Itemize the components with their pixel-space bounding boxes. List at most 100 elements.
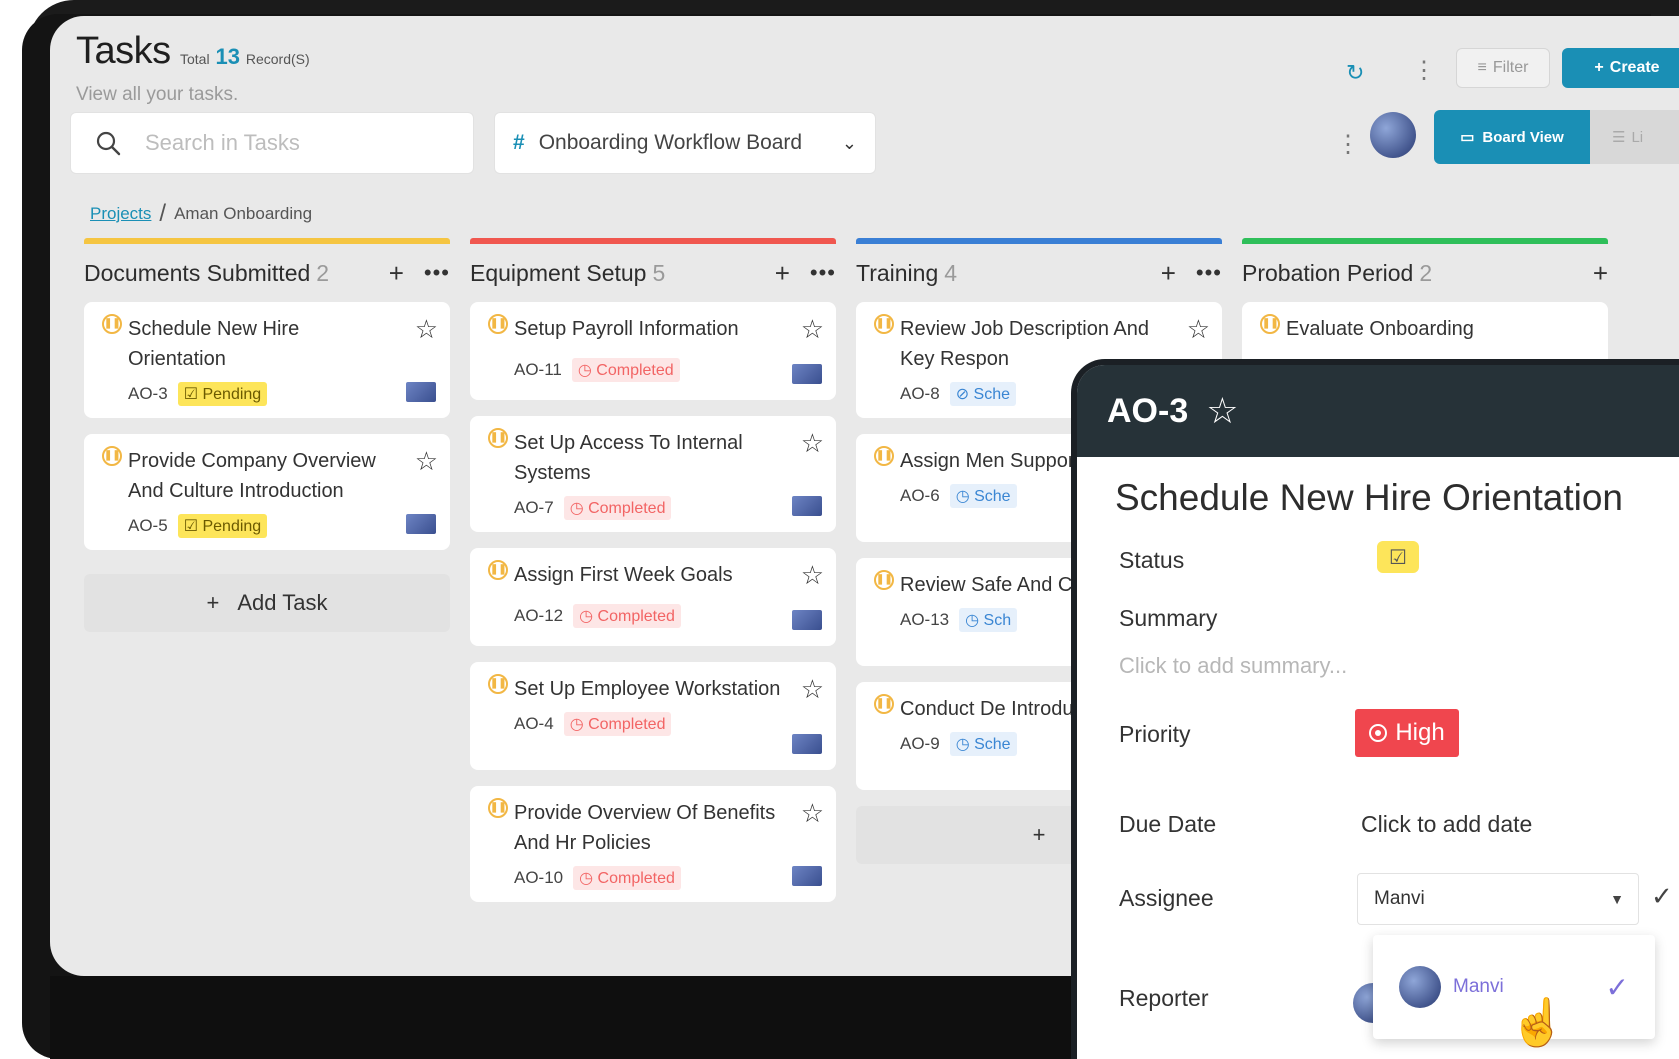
column-header: Documents Submitted 2 + ••• [84,244,450,302]
confirm-check-icon[interactable]: ✓ [1651,881,1673,912]
column-title: Training [856,259,939,286]
list-view-button[interactable]: ☰ Li [1590,110,1679,164]
hand-cursor-icon: ☝ [1509,996,1567,1048]
task-title: Provide Overview Of Benefits And Hr Poli… [514,802,776,854]
task-card[interactable]: ❚❚ Setup Payroll Information ☆ AO-11 ◷ Co… [470,302,836,400]
create-button[interactable]: + Create [1562,48,1679,88]
pause-icon: ❚❚ [102,446,122,466]
task-card[interactable]: ❚❚ Provide Company Overview And Culture … [84,434,450,550]
task-title: Set Up Employee Workstation [514,678,781,700]
task-id: AO-12 [514,606,564,625]
status-label: Status [1119,547,1185,573]
priority-value: High [1395,719,1445,746]
priority-label: Priority [1119,721,1191,747]
pause-icon: ❚❚ [874,570,894,590]
status-badge: ◷ Sch [959,608,1018,632]
pause-icon: ❚❚ [102,314,122,334]
board-selector[interactable]: # Onboarding Workflow Board ⌄ [494,112,876,174]
total-count: 13 [215,44,240,69]
chevron-down-icon: ⌄ [841,132,857,153]
star-icon[interactable]: ☆ [801,674,824,705]
pause-icon: ❚❚ [1260,314,1280,334]
more-options-icon[interactable]: ⋮ [1412,56,1436,85]
breadcrumb-current: Aman Onboarding [174,204,313,223]
more-options-icon[interactable]: ••• [1196,260,1222,286]
refresh-icon[interactable]: ↻ [1346,60,1364,86]
summary-field[interactable]: Click to add summary... [1119,653,1347,679]
status-badge: ☑ Pending [177,514,268,538]
detail-header: AO-3 ☆ [1077,365,1679,457]
column-count: 5 [652,259,666,286]
column-count: 4 [944,259,958,286]
star-icon[interactable]: ☆ [1206,390,1238,432]
list-view-label: Li [1631,128,1644,146]
column-header: Equipment Setup 5 + ••• [470,244,836,302]
status-checkbox-icon[interactable]: ☑ [1377,541,1419,573]
pause-icon: ❚❚ [874,446,894,466]
more-options-icon[interactable]: ••• [424,260,450,286]
more-options-icon[interactable]: ••• [810,260,836,286]
priority-badge[interactable]: High [1355,709,1459,757]
star-icon[interactable]: ☆ [801,314,824,345]
board-view-button[interactable]: ▭ Board View [1434,110,1590,164]
page-subtitle: View all your tasks. [76,84,239,105]
filter-button[interactable]: ≡ Filter [1456,48,1550,88]
add-icon[interactable]: + [1161,258,1176,289]
column-title: Equipment Setup [470,259,647,286]
task-id: AO-5 [128,516,168,535]
task-title: Provide Company Overview And Culture Int… [128,450,376,502]
breadcrumb-projects-link[interactable]: Projects [90,204,151,224]
pause-icon: ❚❚ [488,314,508,334]
star-icon[interactable]: ☆ [1187,314,1210,345]
detail-title[interactable]: Schedule New Hire Orientation [1115,477,1623,519]
assignee-option[interactable]: Manvi [1453,976,1504,998]
task-card[interactable]: ❚❚ Provide Overview Of Benefits And Hr P… [470,786,836,902]
due-date-field[interactable]: Click to add date [1361,811,1532,838]
add-icon[interactable]: + [389,258,404,289]
status-badge: ☑ Pending [177,382,268,406]
status-badge: ◷ Sche [949,732,1017,756]
task-id: AO-3 [128,384,168,403]
star-icon[interactable]: ☆ [415,314,438,345]
board-options-icon[interactable]: ⋮ [1336,130,1360,159]
pause-icon: ❚❚ [488,674,508,694]
flag-icon [792,364,822,384]
add-icon[interactable]: + [775,258,790,289]
column-title: Documents Submitted [84,259,311,286]
due-date-label: Due Date [1119,811,1217,837]
task-card[interactable]: ❚❚ Assign First Week Goals ☆ AO-12 ◷ Comp… [470,548,836,646]
flag-icon [792,866,822,886]
filter-icon: ≡ [1477,59,1487,76]
search-placeholder: Search in Tasks [145,130,300,155]
flag-icon [792,734,822,754]
assignee-select[interactable]: Manvi ▼ [1357,873,1639,925]
column-documents-submitted: Documents Submitted 2 + ••• ❚❚ Schedule … [84,238,450,632]
task-id: AO-8 [900,384,940,403]
column-header: Training 4 + ••• [856,244,1222,302]
task-id: AO-4 [514,714,554,733]
flag-icon [792,496,822,516]
avatar[interactable] [1370,112,1416,158]
filter-label: Filter [1492,59,1529,76]
star-icon[interactable]: ☆ [801,428,824,459]
status-badge: ⊘ Sche [949,382,1017,406]
list-icon: ☰ [1612,129,1626,146]
task-id: AO-10 [514,868,564,887]
star-icon[interactable]: ☆ [801,798,824,829]
add-task-button[interactable]: + Add Task [84,574,450,632]
add-icon[interactable]: + [1593,258,1608,289]
flag-icon [406,514,436,534]
search-input[interactable]: Search in Tasks [70,112,474,174]
task-card[interactable]: ❚❚ Set Up Access To Internal Systems ☆ A… [470,416,836,532]
task-card[interactable]: ❚❚ Set Up Employee Workstation ☆ AO-4 ◷ C… [470,662,836,770]
task-card[interactable]: ❚❚ Schedule New Hire Orientation ☆ AO-3 ☑… [84,302,450,418]
flag-icon [406,382,436,402]
hash-icon: # [513,131,525,154]
task-title: Evaluate Onboarding [1286,318,1474,340]
pause-icon: ❚❚ [488,798,508,818]
task-id: AO-9 [900,734,940,753]
task-id: AO-6 [900,486,940,505]
star-icon[interactable]: ☆ [801,560,824,591]
star-icon[interactable]: ☆ [415,446,438,477]
add-task-label: Add Task [237,590,328,615]
